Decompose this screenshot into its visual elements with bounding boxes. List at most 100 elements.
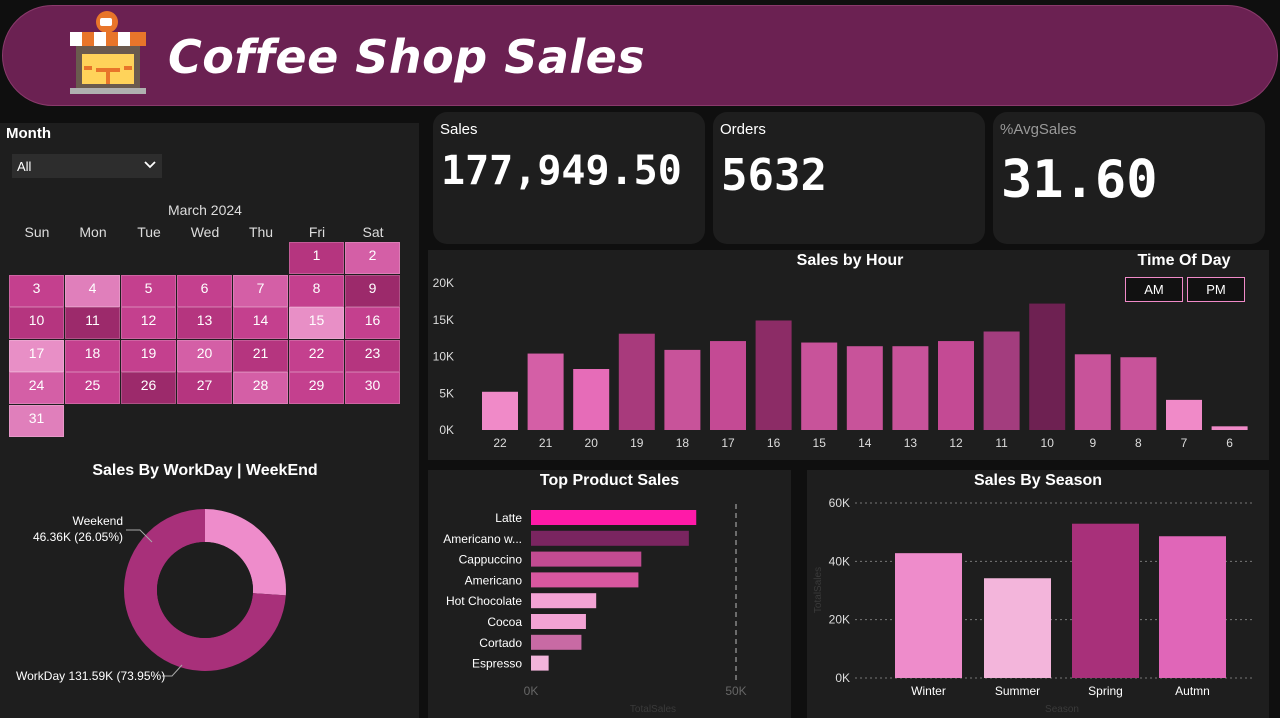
- hour-y-tick: 0K: [439, 423, 454, 437]
- calendar-day-cell[interactable]: 8: [289, 274, 344, 307]
- calendar-day-cell[interactable]: 11: [65, 307, 120, 340]
- hour-x-tick: 13: [904, 436, 918, 450]
- product-label: Cocoa: [487, 615, 522, 629]
- calendar-day-cell[interactable]: 3: [9, 274, 64, 307]
- season-x-tick: Winter: [911, 684, 946, 698]
- calendar-day-cell[interactable]: 10: [9, 307, 64, 340]
- product-bar[interactable]: [531, 510, 697, 525]
- hour-x-tick: 17: [721, 436, 735, 450]
- product-bar[interactable]: [531, 614, 586, 629]
- hour-bar[interactable]: [573, 368, 610, 430]
- product-bar[interactable]: [531, 551, 642, 567]
- calendar-day-cell[interactable]: 14: [233, 307, 288, 340]
- hour-bar[interactable]: [1166, 399, 1202, 430]
- calendar-day-cell[interactable]: 17: [9, 339, 64, 372]
- hour-bar[interactable]: [801, 342, 838, 430]
- orders-card-value: 5632: [721, 150, 827, 201]
- hour-bar[interactable]: [618, 333, 655, 430]
- calendar-day-cell[interactable]: 21: [233, 339, 288, 372]
- weekend-label-name: Weekend: [73, 514, 123, 528]
- hour-x-tick: 12: [949, 436, 963, 450]
- hour-bar[interactable]: [527, 353, 564, 430]
- calendar-day-cell[interactable]: 22: [289, 339, 344, 372]
- hour-x-tick: 15: [813, 436, 827, 450]
- calendar-day-cell[interactable]: 4: [65, 274, 120, 307]
- calendar-day-cell[interactable]: 13: [177, 307, 232, 340]
- hour-bar[interactable]: [482, 391, 518, 430]
- product-x-tick: 50K: [725, 684, 746, 698]
- calendar-day-cell[interactable]: 9: [345, 274, 400, 307]
- product-label: Americano: [465, 573, 523, 587]
- calendar-day-header: Sun: [24, 224, 50, 240]
- product-bar[interactable]: [531, 572, 639, 588]
- product-bar[interactable]: [531, 634, 582, 650]
- calendar-day-cell[interactable]: 31: [9, 405, 64, 437]
- calendar-day-cell[interactable]: 12: [121, 307, 176, 340]
- season-y-tick: 0K: [835, 671, 850, 685]
- calendar-day-cell[interactable]: 1: [289, 242, 344, 274]
- sales-card-value: 177,949.50: [441, 148, 682, 194]
- hour-x-tick: 9: [1089, 436, 1096, 450]
- product-bar[interactable]: [531, 593, 597, 609]
- hour-bar[interactable]: [1029, 303, 1066, 430]
- hour-x-tick: 6: [1226, 436, 1233, 450]
- calendar-day-cell[interactable]: 28: [233, 372, 288, 405]
- calendar-day-header: Thu: [248, 224, 274, 240]
- hour-bar[interactable]: [1211, 426, 1248, 430]
- hour-bar-chart: 0K 5K 10K 15K 20K 22 21 20 19 18 17 16 15 14 13 12 11 10 9…: [433, 276, 1248, 450]
- hour-bar[interactable]: [710, 341, 746, 430]
- avg-sales-card-value: 31.60: [1001, 150, 1158, 210]
- calendar-day-cell[interactable]: 30: [345, 372, 400, 405]
- hour-bar[interactable]: [664, 349, 701, 430]
- season-x-tick: Spring: [1088, 684, 1123, 698]
- calendar-day-cell[interactable]: 2: [345, 242, 400, 274]
- calendar-day-header: Mon: [79, 224, 107, 240]
- product-label: Latte: [495, 511, 522, 525]
- hour-x-tick: 22: [493, 436, 507, 450]
- hour-bar[interactable]: [983, 331, 1020, 430]
- calendar-day-cell[interactable]: 23: [345, 339, 400, 372]
- season-bar[interactable]: [984, 578, 1051, 678]
- month-dropdown[interactable]: All: [12, 154, 162, 178]
- calendar-day-cell[interactable]: 26: [121, 372, 176, 405]
- calendar-day-header: Sat: [362, 224, 384, 240]
- hour-x-tick: 14: [858, 436, 872, 450]
- hour-bar[interactable]: [755, 320, 792, 430]
- product-label: Cortado: [479, 636, 522, 650]
- calendar-day-cell[interactable]: 16: [345, 307, 400, 340]
- product-bar[interactable]: [531, 655, 549, 671]
- season-bar-chart: 0K 20K 40K 60K TotalSales Winter Summer Spring A…: [813, 496, 1255, 715]
- calendar-day-cell[interactable]: 6: [177, 274, 232, 307]
- hour-x-tick: 21: [539, 436, 553, 450]
- season-bar[interactable]: [1072, 523, 1139, 678]
- product-label: Hot Chocolate: [446, 594, 522, 608]
- hour-y-tick: 10K: [433, 350, 454, 364]
- hour-bar[interactable]: [1074, 354, 1111, 430]
- season-bar[interactable]: [895, 553, 962, 678]
- season-y-tick: 40K: [829, 554, 850, 568]
- calendar-day-cell[interactable]: 29: [289, 372, 344, 405]
- hour-bar[interactable]: [938, 341, 974, 430]
- hour-x-tick: 10: [1041, 436, 1055, 450]
- calendar-day-cell[interactable]: 15: [289, 307, 344, 340]
- product-bar[interactable]: [531, 530, 689, 546]
- workday-donut-chart: Weekend 46.36K (26.05%) WorkDay 131.59K (7…: [16, 509, 287, 683]
- calendar-day-cell[interactable]: 7: [233, 274, 288, 307]
- hour-bar[interactable]: [846, 346, 883, 430]
- season-y-tick: 60K: [829, 496, 850, 510]
- calendar-month-label: March 2024: [168, 202, 242, 218]
- season-bar[interactable]: [1159, 536, 1226, 678]
- calendar-day-cell[interactable]: 24: [9, 372, 64, 405]
- season-x-tick: Autmn: [1175, 684, 1210, 698]
- hour-bar[interactable]: [892, 346, 929, 430]
- sales-card: Sales 177,949.50: [433, 112, 705, 244]
- hour-bar[interactable]: [1120, 357, 1157, 430]
- calendar-day-cell[interactable]: 19: [121, 339, 176, 372]
- calendar-day-cell[interactable]: 25: [65, 372, 120, 405]
- avg-sales-card-label: %AvgSales: [1000, 121, 1077, 138]
- calendar-day-cell[interactable]: 20: [177, 339, 232, 372]
- calendar-day-cell[interactable]: 18: [65, 339, 120, 372]
- calendar-day-cell[interactable]: 27: [177, 372, 232, 405]
- calendar-day-cell[interactable]: 5: [121, 274, 176, 307]
- month-dropdown-value: All: [17, 159, 32, 174]
